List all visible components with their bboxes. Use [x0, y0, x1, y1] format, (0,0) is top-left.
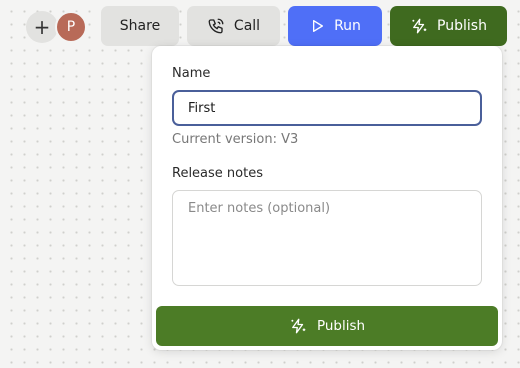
top-toolbar: + P Share Call Run Publish — [0, 0, 520, 52]
publish-button-label: Publish — [316, 318, 366, 334]
publish-toolbar-label: Publish — [437, 18, 487, 34]
play-icon — [313, 20, 324, 32]
run-label: Run — [334, 18, 361, 34]
name-input[interactable] — [172, 90, 482, 126]
call-button[interactable]: Call — [187, 6, 280, 46]
sparkle-bolt-icon — [412, 18, 427, 34]
add-collaborator-button[interactable]: + — [26, 11, 58, 43]
avatar-initial: P — [66, 19, 76, 35]
name-label: Name — [172, 66, 211, 81]
avatar[interactable]: P — [55, 11, 87, 43]
phone-icon — [208, 18, 224, 34]
publish-toolbar-button[interactable]: Publish — [390, 6, 507, 46]
publish-button[interactable]: Publish — [156, 306, 498, 346]
share-button[interactable]: Share — [101, 6, 179, 46]
current-version-text: Current version: V3 — [172, 132, 299, 147]
plus-icon: + — [33, 15, 51, 39]
sparkle-bolt-icon — [291, 318, 306, 334]
release-notes-input[interactable] — [172, 190, 482, 286]
share-label: Share — [119, 18, 161, 34]
call-label: Call — [233, 18, 261, 34]
publish-popover: Name Current version: V3 Release notes P… — [152, 46, 502, 350]
run-button[interactable]: Run — [288, 6, 382, 46]
release-notes-label: Release notes — [172, 166, 263, 181]
